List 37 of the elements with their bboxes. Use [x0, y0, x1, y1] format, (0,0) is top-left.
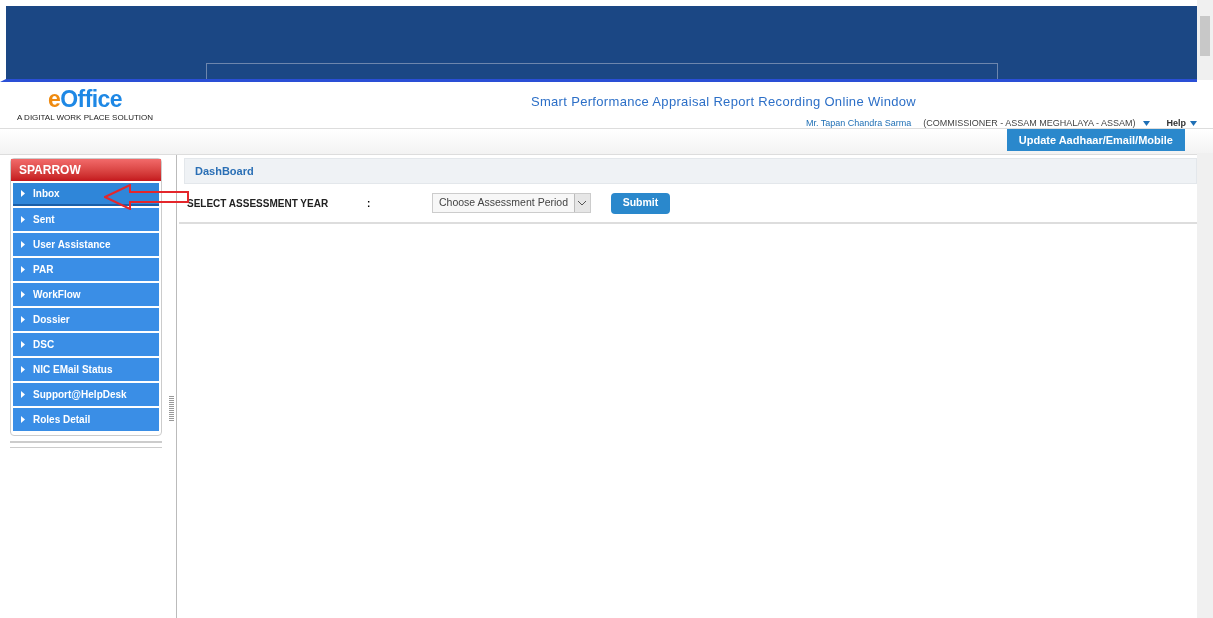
- update-details-button[interactable]: Update Aadhaar/Email/Mobile: [1006, 129, 1185, 151]
- sidebar-item[interactable]: PAR: [13, 258, 159, 281]
- help-menu[interactable]: Help: [1166, 116, 1186, 130]
- triangle-icon: [21, 341, 25, 348]
- dashboard-header: DashBoard: [184, 158, 1197, 184]
- sidebar-item[interactable]: User Assistance: [13, 233, 159, 256]
- sidebar-title: SPARROW: [11, 159, 161, 181]
- triangle-icon: [21, 391, 25, 398]
- triangle-icon: [21, 366, 25, 373]
- triangle-icon: [21, 190, 25, 197]
- triangle-icon: [21, 316, 25, 323]
- sidebar-item[interactable]: Sent: [13, 208, 159, 231]
- triangle-icon: [21, 216, 25, 223]
- sidebar-item[interactable]: Inbox: [13, 183, 159, 206]
- sidebar-item[interactable]: Dossier: [13, 308, 159, 331]
- assessment-period-select[interactable]: Choose Assessment Period: [432, 193, 591, 213]
- caret-icon: [1190, 120, 1197, 126]
- triangle-icon: [21, 241, 25, 248]
- sidebar-item[interactable]: Roles Detail: [13, 408, 159, 431]
- submit-button[interactable]: Submit: [611, 192, 670, 214]
- logo: eOffice: [48, 86, 122, 112]
- sidebar-item[interactable]: NIC EMail Status: [13, 358, 159, 381]
- user-name[interactable]: Mr. Tapan Chandra Sarma: [805, 116, 912, 130]
- resize-handle[interactable]: [169, 395, 174, 421]
- chevron-icon: [578, 200, 587, 206]
- caret-icon: [1143, 120, 1151, 126]
- triangle-icon: [21, 266, 25, 273]
- sidebar-item[interactable]: Support@HelpDesk: [13, 383, 159, 406]
- field-label: SELECT ASSESSMENT YEAR: [187, 196, 330, 211]
- triangle-icon: [21, 291, 25, 298]
- sidebar-item[interactable]: DSC: [13, 333, 159, 356]
- window-title: Smart Performance Appraisal Report Recording Online Window: [530, 93, 917, 111]
- triangle-icon: [21, 416, 25, 423]
- user-role: (COMMISSIONER - ASSAM MEGHALAYA - ASSAM): [923, 116, 1136, 130]
- colon: :: [367, 196, 372, 211]
- logo-tagline: A DIGITAL WORK PLACE SOLUTION: [17, 112, 153, 124]
- sidebar-item[interactable]: WorkFlow: [13, 283, 159, 306]
